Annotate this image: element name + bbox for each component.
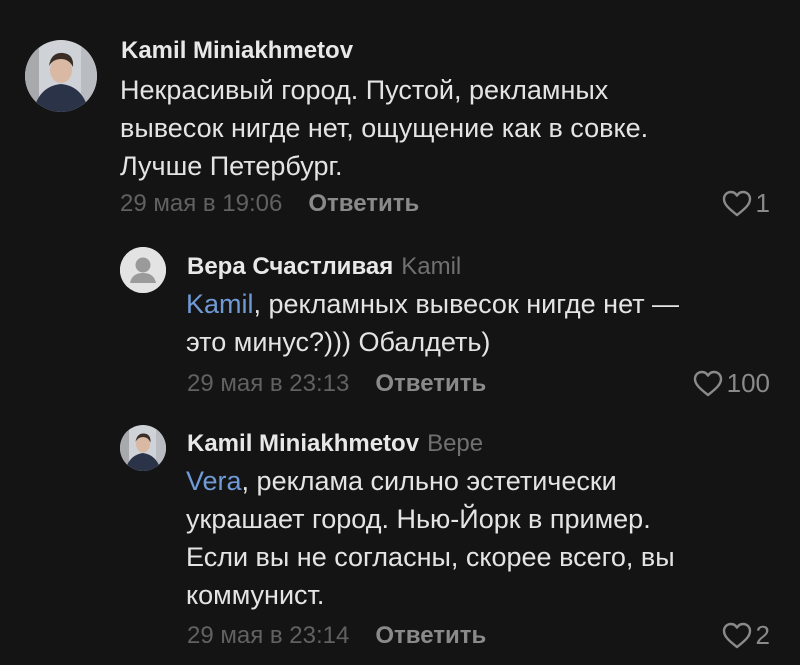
comment-meta: 29 мая в 23:13 Ответить [187,370,486,398]
comment-author[interactable]: Kamil Miniakhmetov [121,37,353,65]
avatar[interactable] [120,247,166,293]
like-button[interactable]: 100 [693,368,770,399]
avatar[interactable] [25,40,97,112]
like-count: 100 [726,368,770,398]
reply-button[interactable]: Ответить [375,370,486,398]
comment-date: 29 мая в 19:06 [120,190,283,217]
comment-text-line: Vera, реклама сильно эстетически [186,462,675,500]
author-name[interactable]: Kamil Miniakhmetov [121,37,353,64]
like-count: 1 [755,188,770,218]
comment-text-line: коммунист. [186,580,325,610]
comment-date: 29 мая в 23:13 [187,370,350,397]
comment-author: Вера Счастливая Kamil [187,253,461,281]
comment-text-line: украшает город. Нью-Йорк в пример. [186,504,651,534]
comment-text-line: это минус?))) Обалдеть) [186,327,491,357]
comment-meta: 29 мая в 19:06 Ответить [120,190,419,218]
reply-button[interactable]: Ответить [375,622,486,650]
like-count: 2 [755,620,770,650]
comment-text: Vera, реклама сильно эстетически украшае… [186,462,675,614]
reply-to-name[interactable]: Kamil [401,253,461,280]
comment-date: 29 мая в 23:14 [187,622,350,649]
author-name[interactable]: Вера Счастливая [187,253,393,280]
reply-button[interactable]: Ответить [308,190,419,218]
avatar[interactable] [120,425,166,471]
avatar-photo [120,425,166,471]
comment-meta: 29 мая в 23:14 Ответить [187,622,486,650]
user-placeholder-icon [120,247,166,293]
heart-icon [722,622,751,648]
avatar-photo [25,40,97,112]
like-button[interactable]: 1 [722,188,770,219]
comment-text-line: Лучше Петербург. [120,151,343,181]
comment-text: Некрасивый город. Пустой, рекламных выве… [120,71,648,185]
author-name[interactable]: Kamil Miniakhmetov [187,430,419,457]
comment-text-line: Kamil, рекламных вывесок нигде нет — [186,285,679,323]
comment-text: Kamil, рекламных вывесок нигде нет — это… [186,285,679,361]
heart-icon [722,190,751,216]
mention-link[interactable]: Vera [186,466,242,496]
comment-text-line: вывесок нигде нет, ощущение как в совке. [120,113,649,143]
comment-author: Kamil Miniakhmetov Вере [187,430,483,458]
heart-icon [693,370,722,396]
mention-link[interactable]: Kamil [186,289,254,319]
comment-text-line: Некрасивый город. Пустой, рекламных [120,75,609,105]
comment-text-line: Если вы не согласны, скорее всего, вы [186,542,675,572]
like-button[interactable]: 2 [722,620,770,651]
comment-text-segment: , реклама сильно эстетически [241,466,617,496]
reply-to-name[interactable]: Вере [427,430,483,457]
comment-text-segment: , рекламных вывесок нигде нет — [253,289,680,319]
